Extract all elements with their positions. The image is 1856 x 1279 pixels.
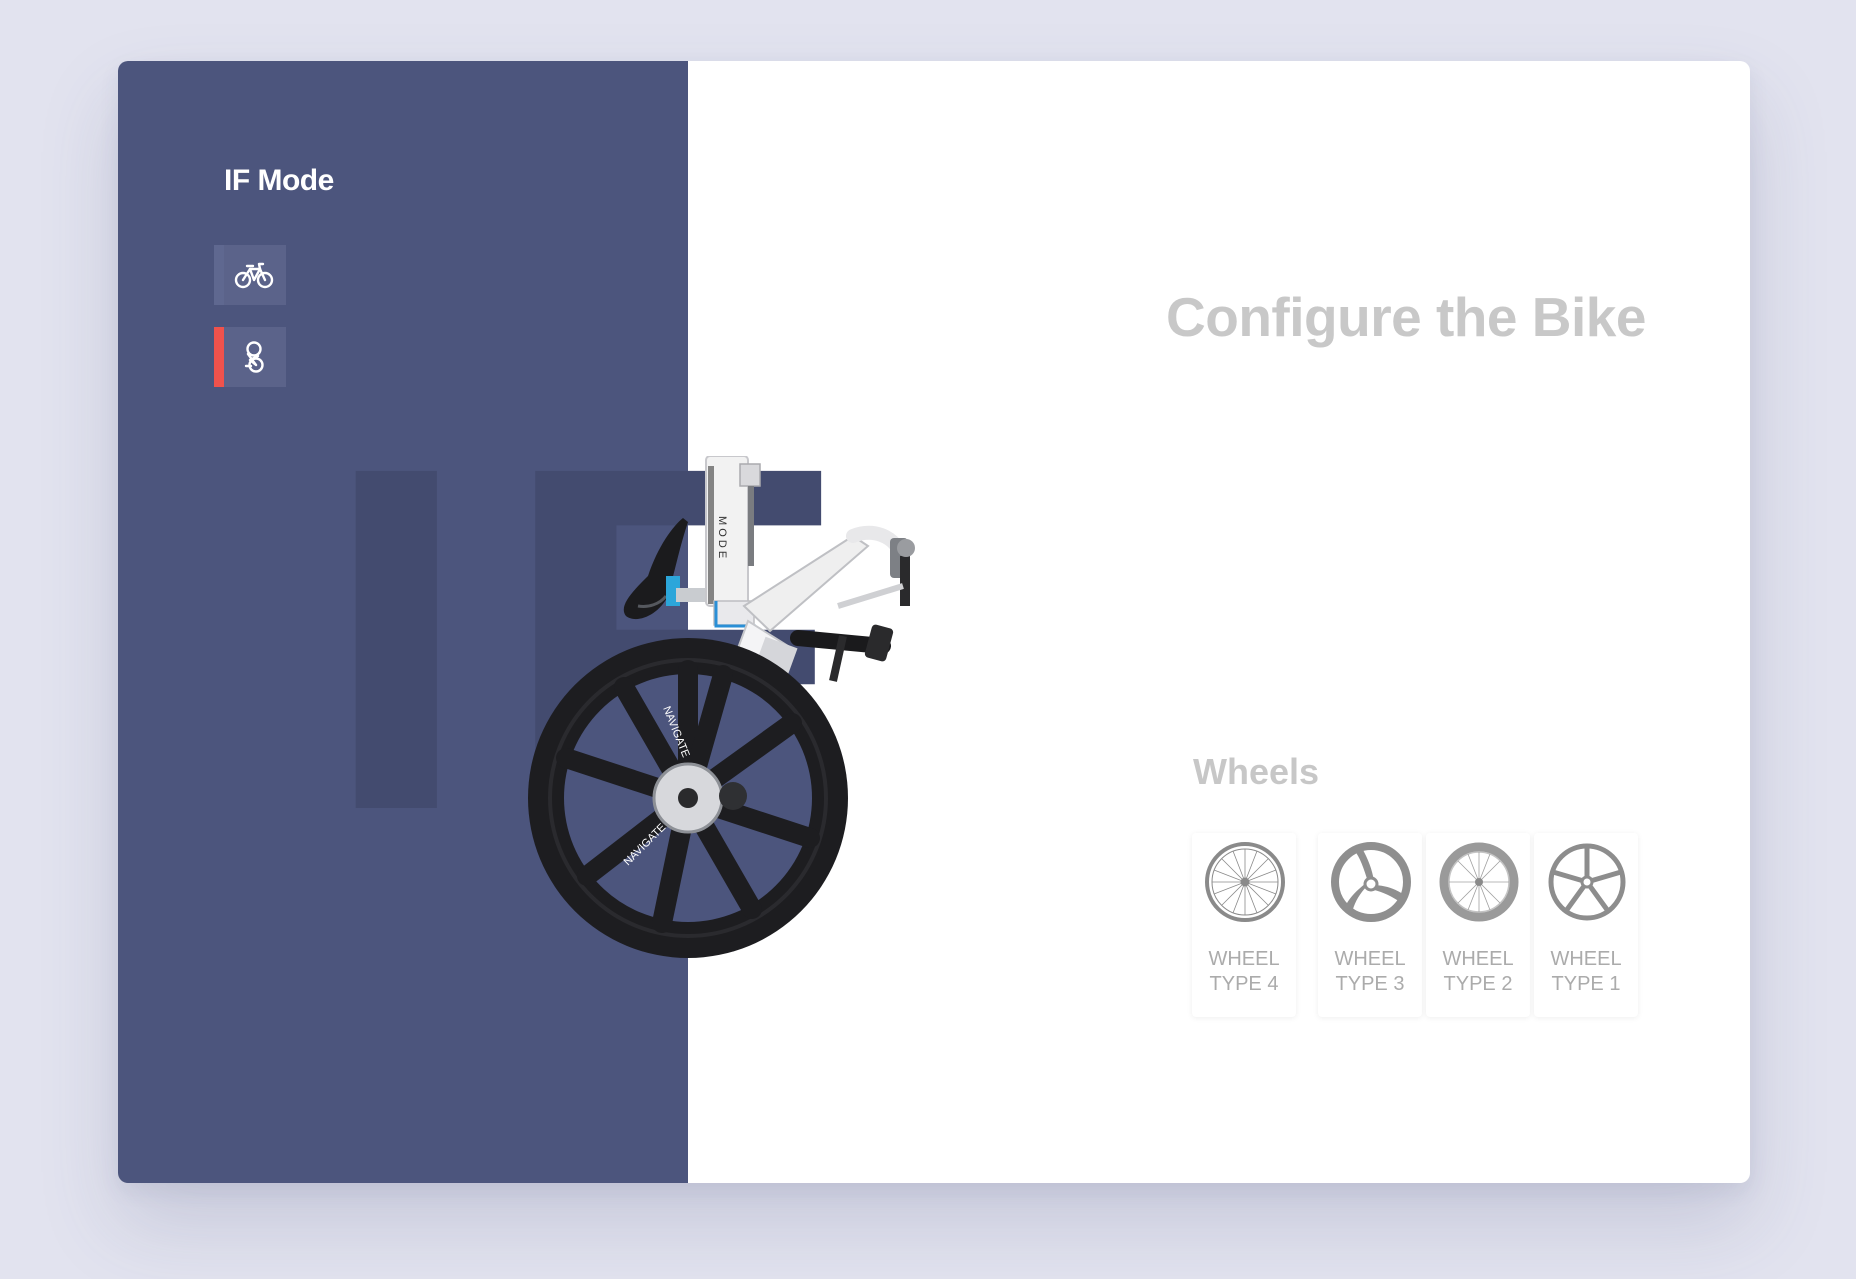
bike-image: M O D E NAVIGATE NAVIGATE (528, 456, 915, 958)
mode-title: IF Mode (224, 164, 334, 197)
mode-indicator-active (214, 327, 224, 387)
wheel-option-type-3[interactable]: WHEEL TYPE 3 (1318, 833, 1422, 1017)
five-spoke-wheel-icon (1548, 843, 1626, 921)
wheel-option-label: WHEEL TYPE 1 (1550, 948, 1622, 995)
mode-indicator (214, 245, 224, 305)
wheels-section-label: Wheels (1193, 751, 1320, 792)
deep-rim-wheel-icon (1439, 842, 1519, 922)
svg-text:M O D E: M O D E (716, 516, 728, 558)
bicycle-icon (234, 262, 274, 289)
wheel-option-label: WHEEL TYPE 4 (1208, 948, 1280, 995)
page-title: Configure the Bike (1166, 286, 1646, 348)
configurator-card: IF IF Mode M O D E NAVIGATE NAVIGATE Con… (118, 61, 1750, 1183)
wheel-option-label: WHEEL TYPE 2 (1442, 948, 1514, 995)
folded-bike-icon (244, 341, 264, 373)
wheel-option-label: WHEEL TYPE 3 (1334, 948, 1406, 995)
wheel-option-type-2[interactable]: WHEEL TYPE 2 (1426, 833, 1530, 1017)
mode-button-folded[interactable] (214, 327, 286, 387)
wheel-option-type-4[interactable]: WHEEL TYPE 4 (1192, 833, 1296, 1017)
spoked-wheel-icon (1205, 842, 1285, 922)
mode-button-ride[interactable] (214, 245, 286, 305)
wheel-option-type-1[interactable]: WHEEL TYPE 1 (1534, 833, 1638, 1017)
tri-spoke-wheel-icon (1331, 842, 1411, 922)
